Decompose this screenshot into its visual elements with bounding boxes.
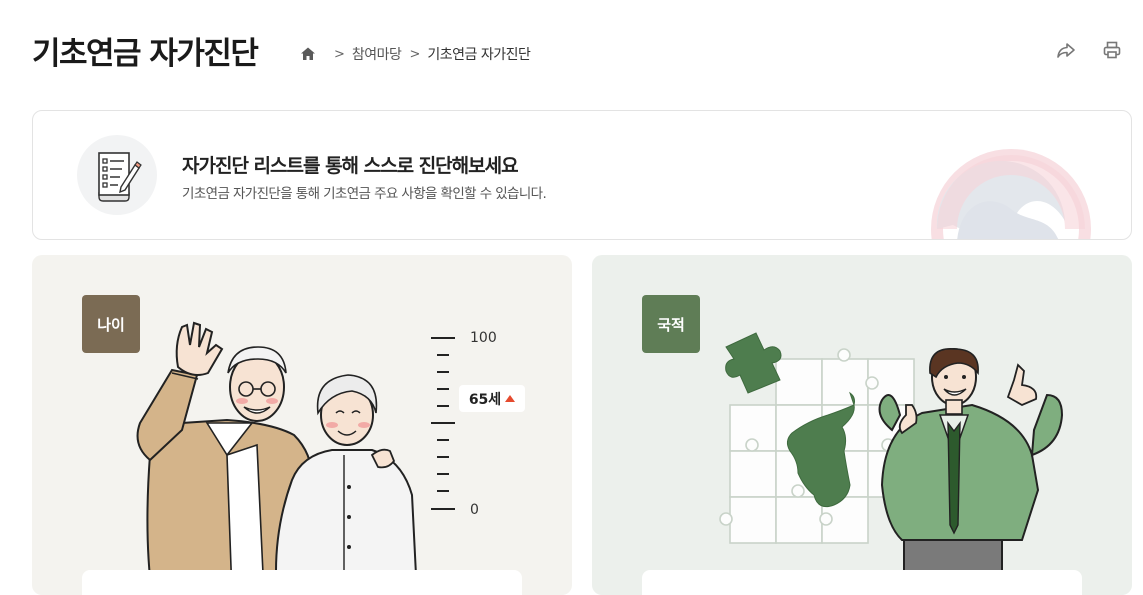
age-card[interactable]: 나이 100 0 65세 — [32, 255, 572, 595]
home-icon[interactable] — [300, 46, 316, 62]
print-icon[interactable] — [1102, 40, 1122, 60]
breadcrumb-item-participation[interactable]: 참여마당 — [352, 44, 402, 64]
age-tag: 나이 — [82, 295, 140, 353]
breadcrumb: > 참여마당 > 기초연금 자가진단 — [300, 44, 538, 64]
chevron-right-icon: > — [334, 46, 345, 62]
scale-min-label: 0 — [470, 502, 479, 518]
age-scale — [431, 337, 455, 510]
breadcrumb-item-current[interactable]: 기초연금 자가진단 — [427, 44, 531, 64]
intro-icon-circle — [77, 135, 157, 215]
scale-max-label: 100 — [470, 330, 497, 346]
age-badge-label: 65세 — [468, 391, 502, 408]
age-badge: 65세 — [459, 385, 525, 412]
page-tools — [1056, 40, 1122, 60]
intro-banner: 자가진단 리스트를 통해 스스로 진단해보세요 기초연금 자가진단을 통해 기초… — [32, 110, 1132, 240]
taegeuk-emblem-watermark — [931, 149, 1091, 239]
checklist-icon — [98, 152, 142, 202]
intro-subtext: 기초연금 자가진단을 통해 기초연금 주요 사항을 확인할 수 있습니다. — [182, 186, 547, 202]
arrow-up-icon — [505, 395, 516, 402]
intro-heading: 자가진단 리스트를 통해 스스로 진단해보세요 — [182, 155, 519, 177]
nationality-card-footer — [642, 570, 1082, 595]
page-header: 기초연금 자가진단 > 참여마당 > 기초연금 자가진단 — [32, 28, 1132, 72]
nationality-card[interactable]: 국적 — [592, 255, 1132, 595]
chevron-right-icon: > — [409, 46, 421, 62]
age-card-footer — [82, 570, 522, 595]
page-title: 기초연금 자가진단 — [32, 36, 259, 72]
nationality-tag: 국적 — [642, 295, 700, 353]
share-icon[interactable] — [1056, 40, 1076, 60]
